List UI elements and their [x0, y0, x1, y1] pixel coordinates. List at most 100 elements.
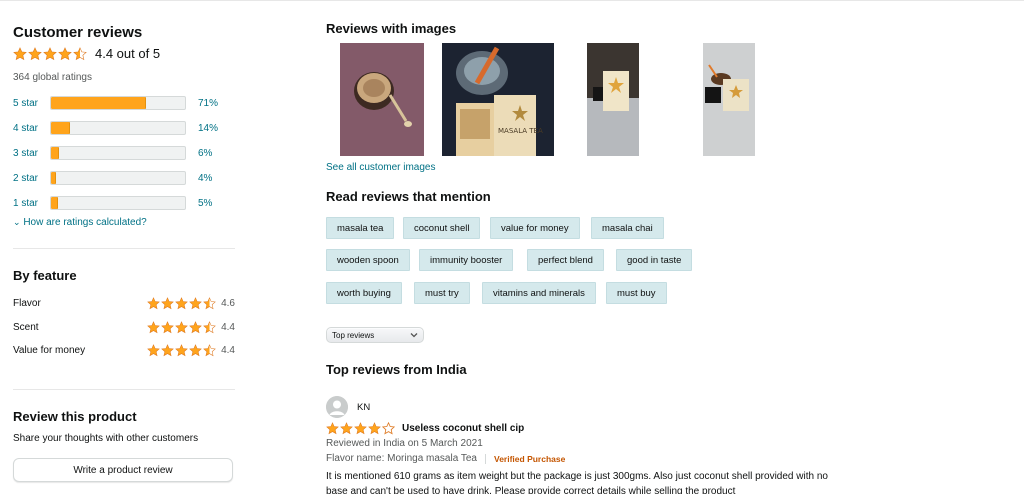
star-full-icon	[13, 46, 27, 61]
histogram-row[interactable]: 4 star 14%	[13, 121, 226, 135]
histogram-row[interactable]: 1 star 5%	[13, 196, 226, 210]
mention-chip[interactable]: coconut shell	[403, 217, 481, 239]
how-calculated-link[interactable]: ⌄ How are ratings calculated?	[13, 217, 147, 228]
mention-chip[interactable]: must try	[414, 282, 470, 304]
read-reviews-mention-title: Read reviews that mention	[326, 189, 491, 204]
star-full-icon	[58, 46, 72, 61]
feature-value: 4.6	[221, 297, 235, 309]
star-full-icon	[189, 320, 202, 334]
customer-reviews-title: Customer reviews	[13, 24, 143, 41]
mention-chip[interactable]: masala tea	[326, 217, 395, 239]
feature-row: Flavor 4.6	[13, 296, 235, 310]
histogram-bar[interactable]	[50, 146, 186, 160]
histogram-percent[interactable]: 14%	[198, 123, 226, 134]
top-divider	[0, 0, 1024, 1]
histogram-percent[interactable]: 5%	[198, 198, 226, 209]
review-image-thumbnail[interactable]: MASALA TEA	[442, 43, 554, 156]
histogram-bar[interactable]	[50, 96, 186, 110]
mention-chip[interactable]: masala chai	[591, 217, 664, 239]
write-review-button[interactable]: Write a product review	[13, 458, 233, 482]
feature-name: Value for money	[13, 344, 86, 356]
histogram-bar-fill	[51, 97, 147, 109]
histogram-bar[interactable]	[50, 171, 186, 185]
feature-value: 4.4	[221, 344, 235, 356]
review-body: It is mentioned 610 grams as item weight…	[326, 471, 828, 494]
star-full-icon	[147, 343, 160, 357]
divider	[485, 453, 486, 464]
histogram-star-label[interactable]: 5 star	[13, 98, 50, 109]
feature-value: 4.4	[221, 321, 235, 333]
rating-text: 4.4 out of 5	[95, 46, 161, 61]
feature-name: Flavor	[13, 297, 41, 309]
feature-row: Value for money 4.4	[13, 343, 235, 357]
overall-stars	[13, 46, 88, 61]
histogram-row[interactable]: 5 star 71%	[13, 96, 226, 110]
feature-name: Scent	[13, 321, 39, 333]
mention-chip[interactable]: value for money	[490, 217, 580, 239]
star-full-icon	[28, 46, 42, 61]
chevron-down-icon: ⌄	[13, 217, 21, 227]
sort-dropdown[interactable]: Top reviews	[326, 327, 424, 343]
star-full-icon	[161, 343, 174, 357]
review-author[interactable]: KN	[357, 402, 370, 413]
star-full-icon	[326, 422, 339, 435]
review-image-thumbnail[interactable]	[703, 43, 755, 156]
mention-chip[interactable]: immunity booster	[419, 249, 514, 271]
mention-chip[interactable]: wooden spoon	[326, 249, 410, 271]
histogram-bar-fill	[51, 197, 58, 209]
review-header: Useless coconut shell cip	[326, 422, 524, 435]
star-empty-icon	[382, 422, 395, 435]
review-meta: Flavor name: Moringa masala Tea Verified…	[326, 453, 565, 464]
histogram-star-label[interactable]: 2 star	[13, 173, 50, 184]
verified-purchase-badge: Verified Purchase	[494, 453, 566, 464]
mention-chip[interactable]: must buy	[606, 282, 667, 304]
histogram-bar[interactable]	[50, 121, 186, 135]
feature-stars	[147, 320, 217, 334]
star-half-icon	[73, 46, 87, 61]
star-full-icon	[368, 422, 381, 435]
histogram-percent[interactable]: 6%	[198, 148, 226, 159]
star-full-icon	[161, 320, 174, 334]
star-full-icon	[175, 296, 188, 310]
histogram-star-label[interactable]: 3 star	[13, 148, 50, 159]
histogram-bar-fill	[51, 122, 70, 134]
histogram-star-label[interactable]: 4 star	[13, 123, 50, 134]
star-half-icon	[203, 320, 216, 334]
feature-stars	[147, 343, 217, 357]
review-stars	[326, 422, 396, 435]
mention-chip[interactable]: worth buying	[326, 282, 402, 304]
histogram-star-label[interactable]: 1 star	[13, 198, 50, 209]
star-full-icon	[175, 343, 188, 357]
histogram-percent[interactable]: 71%	[198, 98, 226, 109]
review-headline[interactable]: Useless coconut shell cip	[402, 423, 524, 434]
reviews-with-images-title: Reviews with images	[326, 21, 457, 36]
mention-chip[interactable]: perfect blend	[527, 249, 604, 271]
review-image-thumbnail[interactable]	[340, 43, 424, 156]
histogram-bar-fill	[51, 147, 60, 159]
histogram-row[interactable]: 3 star 6%	[13, 146, 226, 160]
star-full-icon	[43, 46, 57, 61]
star-half-icon	[203, 343, 216, 357]
see-all-images-link[interactable]: See all customer images	[326, 162, 436, 173]
histogram-row[interactable]: 2 star 4%	[13, 171, 226, 185]
review-image-thumbnail[interactable]	[587, 43, 639, 156]
avatar[interactable]	[326, 396, 348, 418]
flavor-name[interactable]: Flavor name: Moringa masala Tea	[326, 453, 477, 464]
star-full-icon	[175, 320, 188, 334]
star-full-icon	[340, 422, 353, 435]
divider	[13, 248, 235, 249]
histogram-percent[interactable]: 4%	[198, 173, 226, 184]
overall-rating[interactable]: 4.4 out of 5	[13, 46, 160, 61]
divider	[13, 389, 235, 390]
star-full-icon	[354, 422, 367, 435]
feature-row: Scent 4.4	[13, 320, 235, 334]
svg-text:MASALA TEA: MASALA TEA	[498, 127, 543, 135]
histogram-bar[interactable]	[50, 196, 186, 210]
feature-stars	[147, 296, 217, 310]
star-full-icon	[147, 296, 160, 310]
histogram-bar-fill	[51, 172, 57, 184]
mention-chip[interactable]: good in taste	[616, 249, 693, 271]
star-full-icon	[161, 296, 174, 310]
top-reviews-title: Top reviews from India	[326, 362, 467, 377]
mention-chip[interactable]: vitamins and minerals	[482, 282, 596, 304]
